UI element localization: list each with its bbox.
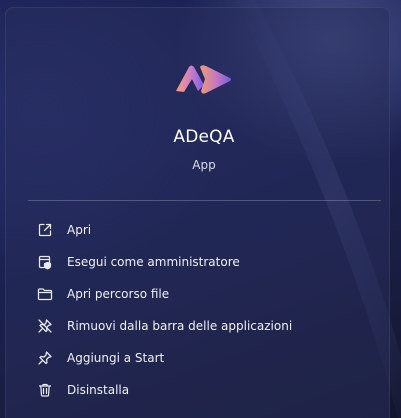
- pin-icon: [37, 350, 53, 366]
- menu-item-open-file-location[interactable]: Apri percorso file: [30, 278, 380, 310]
- open-external-icon: [37, 222, 53, 238]
- app-type: App: [192, 158, 216, 172]
- menu-item-uninstall[interactable]: Disinstalla: [30, 374, 380, 406]
- menu-item-run-as-admin[interactable]: Esegui come amministratore: [30, 246, 380, 278]
- trash-icon: [37, 382, 53, 398]
- run-as-admin-icon: [37, 254, 53, 270]
- adeqa-logo-icon: [176, 65, 231, 94]
- menu-item-pin-start[interactable]: Aggiungi a Start: [30, 342, 380, 374]
- context-menu-list: Apri Esegui come amministratore Apri per…: [30, 214, 380, 406]
- menu-item-label: Apri percorso file: [67, 287, 170, 301]
- menu-item-label: Esegui come amministratore: [67, 255, 240, 269]
- context-menu-panel: ADeQA App Apri Esegui come amministrator…: [5, 7, 390, 418]
- menu-item-unpin-taskbar[interactable]: Rimuovi dalla barra delle applicazioni: [30, 310, 380, 342]
- menu-item-label: Disinstalla: [67, 383, 130, 397]
- divider: [28, 200, 381, 201]
- unpin-icon: [37, 318, 53, 334]
- app-name: ADeQA: [173, 127, 235, 147]
- menu-item-label: Apri: [67, 223, 92, 237]
- menu-item-label: Rimuovi dalla barra delle applicazioni: [67, 319, 293, 333]
- menu-item-open[interactable]: Apri: [30, 214, 380, 246]
- folder-icon: [37, 286, 53, 302]
- menu-item-label: Aggiungi a Start: [67, 351, 165, 365]
